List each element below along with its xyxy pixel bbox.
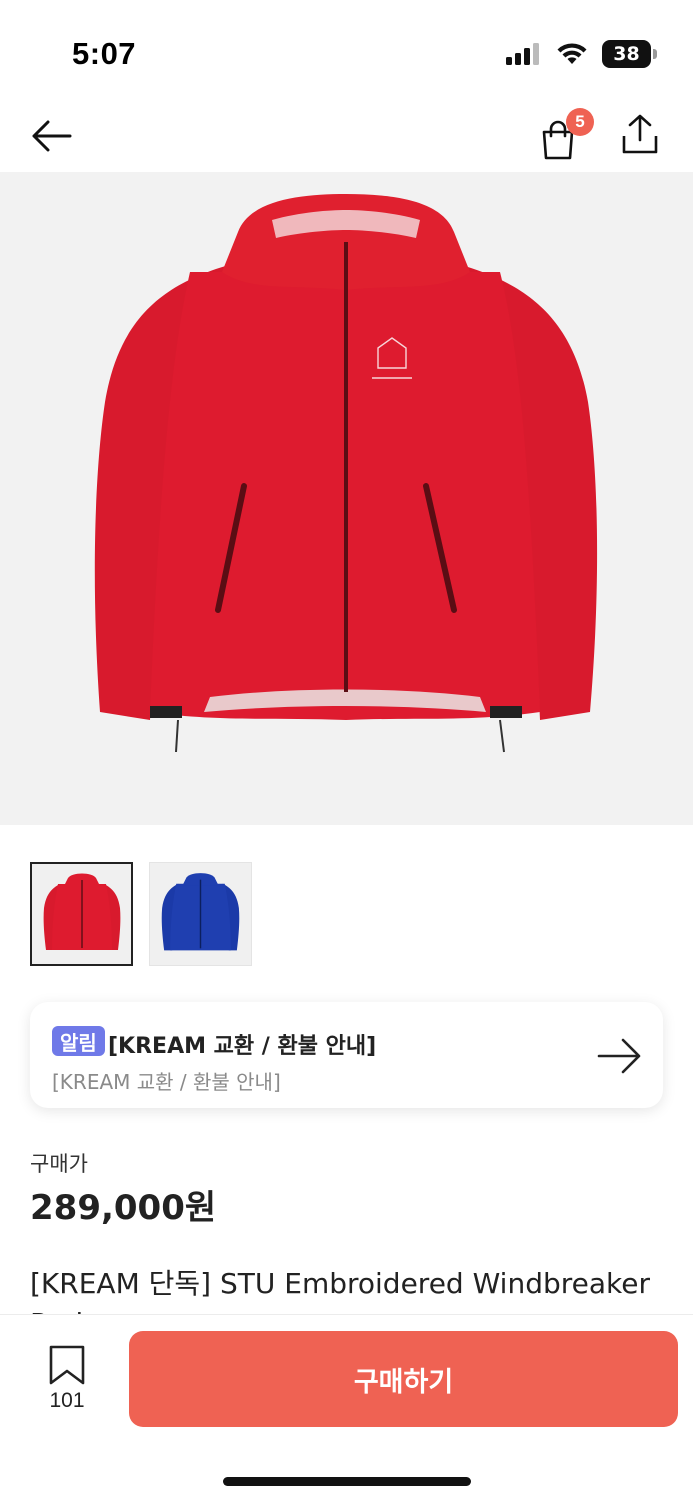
status-bar: 5:07 38 xyxy=(0,0,693,100)
bookmark-button[interactable]: 101 xyxy=(38,1345,96,1417)
notice-tag: 알림 xyxy=(52,1026,105,1056)
status-time: 5:07 xyxy=(72,36,137,71)
battery-level: 38 xyxy=(613,43,640,65)
thumbnail-jacket-red xyxy=(43,873,121,950)
wifi-icon xyxy=(557,43,587,64)
notice-card[interactable]: 알림 [KREAM 교환 / 환불 안내] [KREAM 교환 / 환불 안내] xyxy=(30,1002,663,1108)
battery-cap xyxy=(653,49,657,59)
bookmark-icon xyxy=(49,1345,85,1385)
cellular-signal-icon xyxy=(506,43,539,65)
home-indicator xyxy=(223,1477,471,1486)
back-button[interactable] xyxy=(28,112,76,160)
thumbnail-jacket-blue xyxy=(161,873,240,951)
thumbnail-blue[interactable] xyxy=(149,862,252,966)
battery-icon: 38 xyxy=(602,40,651,68)
notice-title: [KREAM 교환 / 환불 안내] xyxy=(108,1034,377,1059)
product-image[interactable] xyxy=(0,172,693,825)
thumbnail-list xyxy=(30,862,252,966)
share-icon xyxy=(622,114,658,154)
share-button[interactable] xyxy=(616,110,666,162)
notice-subtitle: [KREAM 교환 / 환불 안내] xyxy=(52,1070,281,1094)
product-name: [KREAM 단독] STU Embroidered Windbreaker R… xyxy=(30,1267,650,1316)
jacket-illustration xyxy=(94,194,598,753)
cart-button[interactable]: 5 xyxy=(536,108,594,162)
price-value: 289,000원 xyxy=(30,1188,217,1228)
arrow-right-icon xyxy=(597,1038,641,1074)
buy-button[interactable]: 구매하기 xyxy=(129,1331,678,1427)
bottom-action-bar: 101 구매하기 xyxy=(0,1314,693,1500)
price-label: 구매가 xyxy=(30,1152,88,1176)
bookmark-count: 101 xyxy=(49,1389,85,1412)
cart-badge: 5 xyxy=(566,108,594,136)
nav-bar: 5 xyxy=(0,100,693,172)
thumbnail-red[interactable] xyxy=(30,862,133,966)
back-arrow-icon xyxy=(32,120,72,152)
status-icons: 38 xyxy=(506,40,657,68)
